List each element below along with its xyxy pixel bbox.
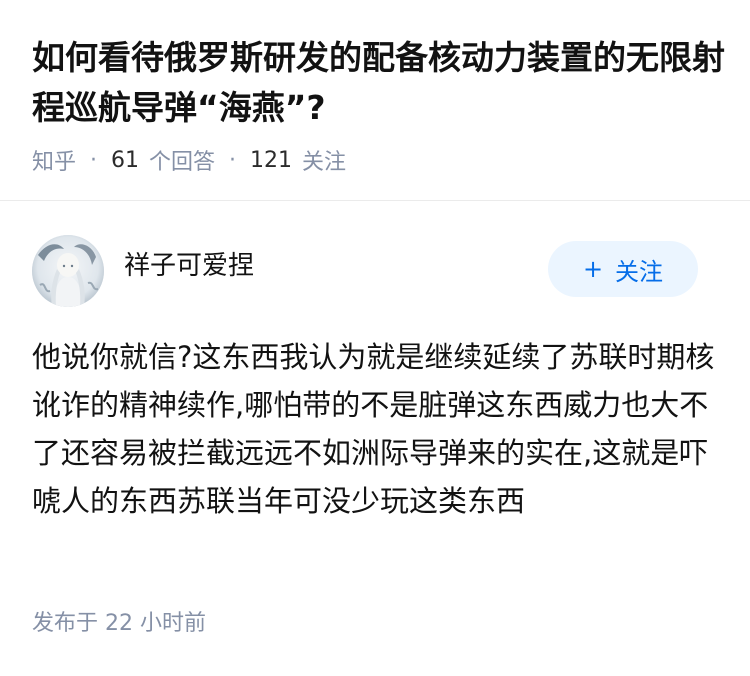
question-meta: 知乎 · 61 个回答 · 121 关注	[32, 144, 346, 176]
follower-count: 121	[250, 147, 293, 173]
user-avatar-illustration-icon	[32, 235, 104, 307]
question-header: 如何看待俄罗斯研发的配备核动力装置的无限射程巡航导弹“海燕”? 知乎 · 61 …	[0, 0, 750, 200]
answer-count-label[interactable]: 个回答	[149, 144, 215, 176]
question-title[interactable]: 如何看待俄罗斯研发的配备核动力装置的无限射程巡航导弹“海燕”?	[32, 33, 732, 133]
posted-time-value: 22 小时前	[105, 611, 207, 636]
avatar[interactable]	[32, 235, 104, 307]
answer-author-row: 祥子可爱捏 + 关注	[32, 235, 718, 307]
site-name[interactable]: 知乎	[32, 144, 76, 176]
answer-count: 61	[111, 147, 140, 173]
posted-time: 发布于 22 小时前	[32, 608, 206, 640]
section-divider	[0, 200, 750, 201]
separator-dot: ·	[90, 147, 98, 173]
answer-content[interactable]: 他说你就信?这东西我认为就是继续延续了苏联时期核讹诈的精神续作,哪怕带的不是脏弹…	[32, 333, 718, 525]
follower-label: 关注	[302, 150, 347, 175]
plus-icon: +	[582, 255, 604, 283]
author-name[interactable]: 祥子可爱捏	[124, 249, 254, 283]
separator-dot: ·	[229, 147, 237, 173]
follow-button-label: 关注	[615, 257, 664, 286]
posted-prefix: 发布于	[32, 611, 99, 636]
follow-button[interactable]: + 关注	[548, 241, 698, 297]
